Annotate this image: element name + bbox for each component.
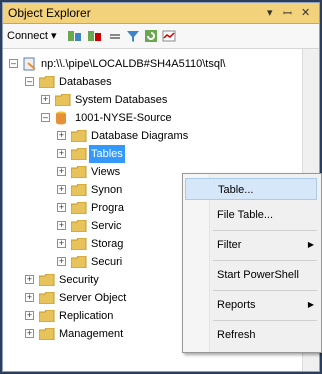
pin-icon[interactable]: ꟷ xyxy=(283,6,292,21)
expand-icon[interactable]: + xyxy=(57,149,66,158)
menu-item-label: Reports xyxy=(217,299,256,311)
menu-item-start-powershell[interactable]: Start PowerShell xyxy=(210,264,320,286)
menu-item-label: Refresh xyxy=(217,329,256,341)
server-icon xyxy=(23,57,36,71)
folder-icon xyxy=(39,292,55,304)
submenu-arrow-icon: ▶ xyxy=(307,240,314,249)
expand-icon[interactable]: + xyxy=(25,293,34,302)
expand-icon[interactable]: + xyxy=(57,257,66,266)
menu-separator xyxy=(213,290,317,291)
tree-label: Databases xyxy=(59,76,112,88)
tree-label: 1001-NYSE-Source xyxy=(75,112,172,124)
tree-node-server[interactable]: – np:\\.\pipe\LOCALDB#SH4A5110\tsql\ xyxy=(9,55,309,73)
expand-icon[interactable]: + xyxy=(41,95,50,104)
expand-icon[interactable]: + xyxy=(57,185,66,194)
menu-separator xyxy=(213,260,317,261)
menu-separator xyxy=(213,230,317,231)
tree-label: Management xyxy=(59,328,124,340)
folder-icon xyxy=(71,166,87,178)
panel-title: Object Explorer xyxy=(8,6,91,20)
folder-icon xyxy=(71,148,87,160)
tree-label: Server Object xyxy=(59,292,127,304)
folder-icon xyxy=(39,328,55,340)
context-menu: Table... File Table... Filter ▶ Start Po… xyxy=(182,173,322,353)
activity-monitor-icon[interactable] xyxy=(161,28,177,44)
folder-icon xyxy=(39,310,55,322)
tree-label: Securi xyxy=(91,256,123,268)
disconnect-icon[interactable] xyxy=(87,28,103,44)
tree-label-selected: Tables xyxy=(89,145,125,163)
window-frame: Object Explorer ▾ ꟷ ✕ Connect ▾ – np:\\.… xyxy=(0,0,322,374)
menu-item-label: Table... xyxy=(218,184,254,196)
menu-item-reports[interactable]: Reports ▶ xyxy=(210,294,320,316)
toolbar: Connect ▾ xyxy=(3,24,319,49)
tree-label: Views xyxy=(91,166,121,178)
stop-icon[interactable] xyxy=(107,28,123,44)
folder-icon xyxy=(55,94,71,106)
connect-server-icon[interactable] xyxy=(67,28,83,44)
menu-item-refresh[interactable]: Refresh xyxy=(210,324,320,346)
menu-item-label: File Table... xyxy=(217,209,274,221)
folder-icon xyxy=(39,274,55,286)
collapse-icon[interactable]: – xyxy=(25,77,34,86)
menu-item-label: Start PowerShell xyxy=(217,269,299,281)
tree-label: Progra xyxy=(91,202,125,214)
expand-icon[interactable]: + xyxy=(57,131,66,140)
folder-icon xyxy=(71,220,87,232)
folder-icon xyxy=(71,256,87,268)
expand-icon[interactable]: + xyxy=(57,167,66,176)
expand-icon[interactable]: + xyxy=(57,239,66,248)
tree-label: System Databases xyxy=(75,94,168,106)
collapse-icon[interactable]: – xyxy=(9,59,18,68)
folder-icon xyxy=(71,184,87,196)
dropdown-icon[interactable]: ▾ xyxy=(267,6,273,19)
connect-button[interactable]: Connect ▾ xyxy=(7,28,57,44)
tree-label: Security xyxy=(59,274,99,286)
menu-icon-strip xyxy=(183,174,210,352)
tree-label: Synon xyxy=(91,184,123,196)
database-icon xyxy=(56,111,66,125)
expand-icon[interactable]: + xyxy=(57,203,66,212)
menu-item-filter[interactable]: Filter ▶ xyxy=(210,234,320,256)
submenu-arrow-icon: ▶ xyxy=(307,300,314,309)
expand-icon[interactable]: + xyxy=(25,275,34,284)
close-icon[interactable]: ✕ xyxy=(301,6,310,19)
filter-icon[interactable] xyxy=(125,28,141,44)
expand-icon[interactable]: + xyxy=(57,221,66,230)
folder-icon xyxy=(71,238,87,250)
tree-label: Storag xyxy=(91,238,124,250)
expand-icon[interactable]: + xyxy=(25,311,34,320)
folder-icon xyxy=(71,202,87,214)
menu-item-table[interactable]: Table... xyxy=(185,178,317,200)
tree-label: Replication xyxy=(59,310,114,322)
server-name: np:\\.\pipe\LOCALDB#SH4A5110\tsql\ xyxy=(41,58,226,70)
expand-icon[interactable]: + xyxy=(25,329,34,338)
folder-icon xyxy=(71,130,87,142)
folder-icon xyxy=(39,76,55,88)
refresh-icon[interactable] xyxy=(143,28,159,44)
tree-label: Servic xyxy=(91,220,122,232)
menu-separator xyxy=(213,320,317,321)
tree-label: Database Diagrams xyxy=(91,130,189,142)
menu-item-label: Filter xyxy=(217,239,242,251)
panel-titlebar: Object Explorer ▾ ꟷ ✕ xyxy=(3,3,319,24)
menu-item-file-table[interactable]: File Table... xyxy=(210,204,320,226)
collapse-icon[interactable]: – xyxy=(41,113,50,122)
